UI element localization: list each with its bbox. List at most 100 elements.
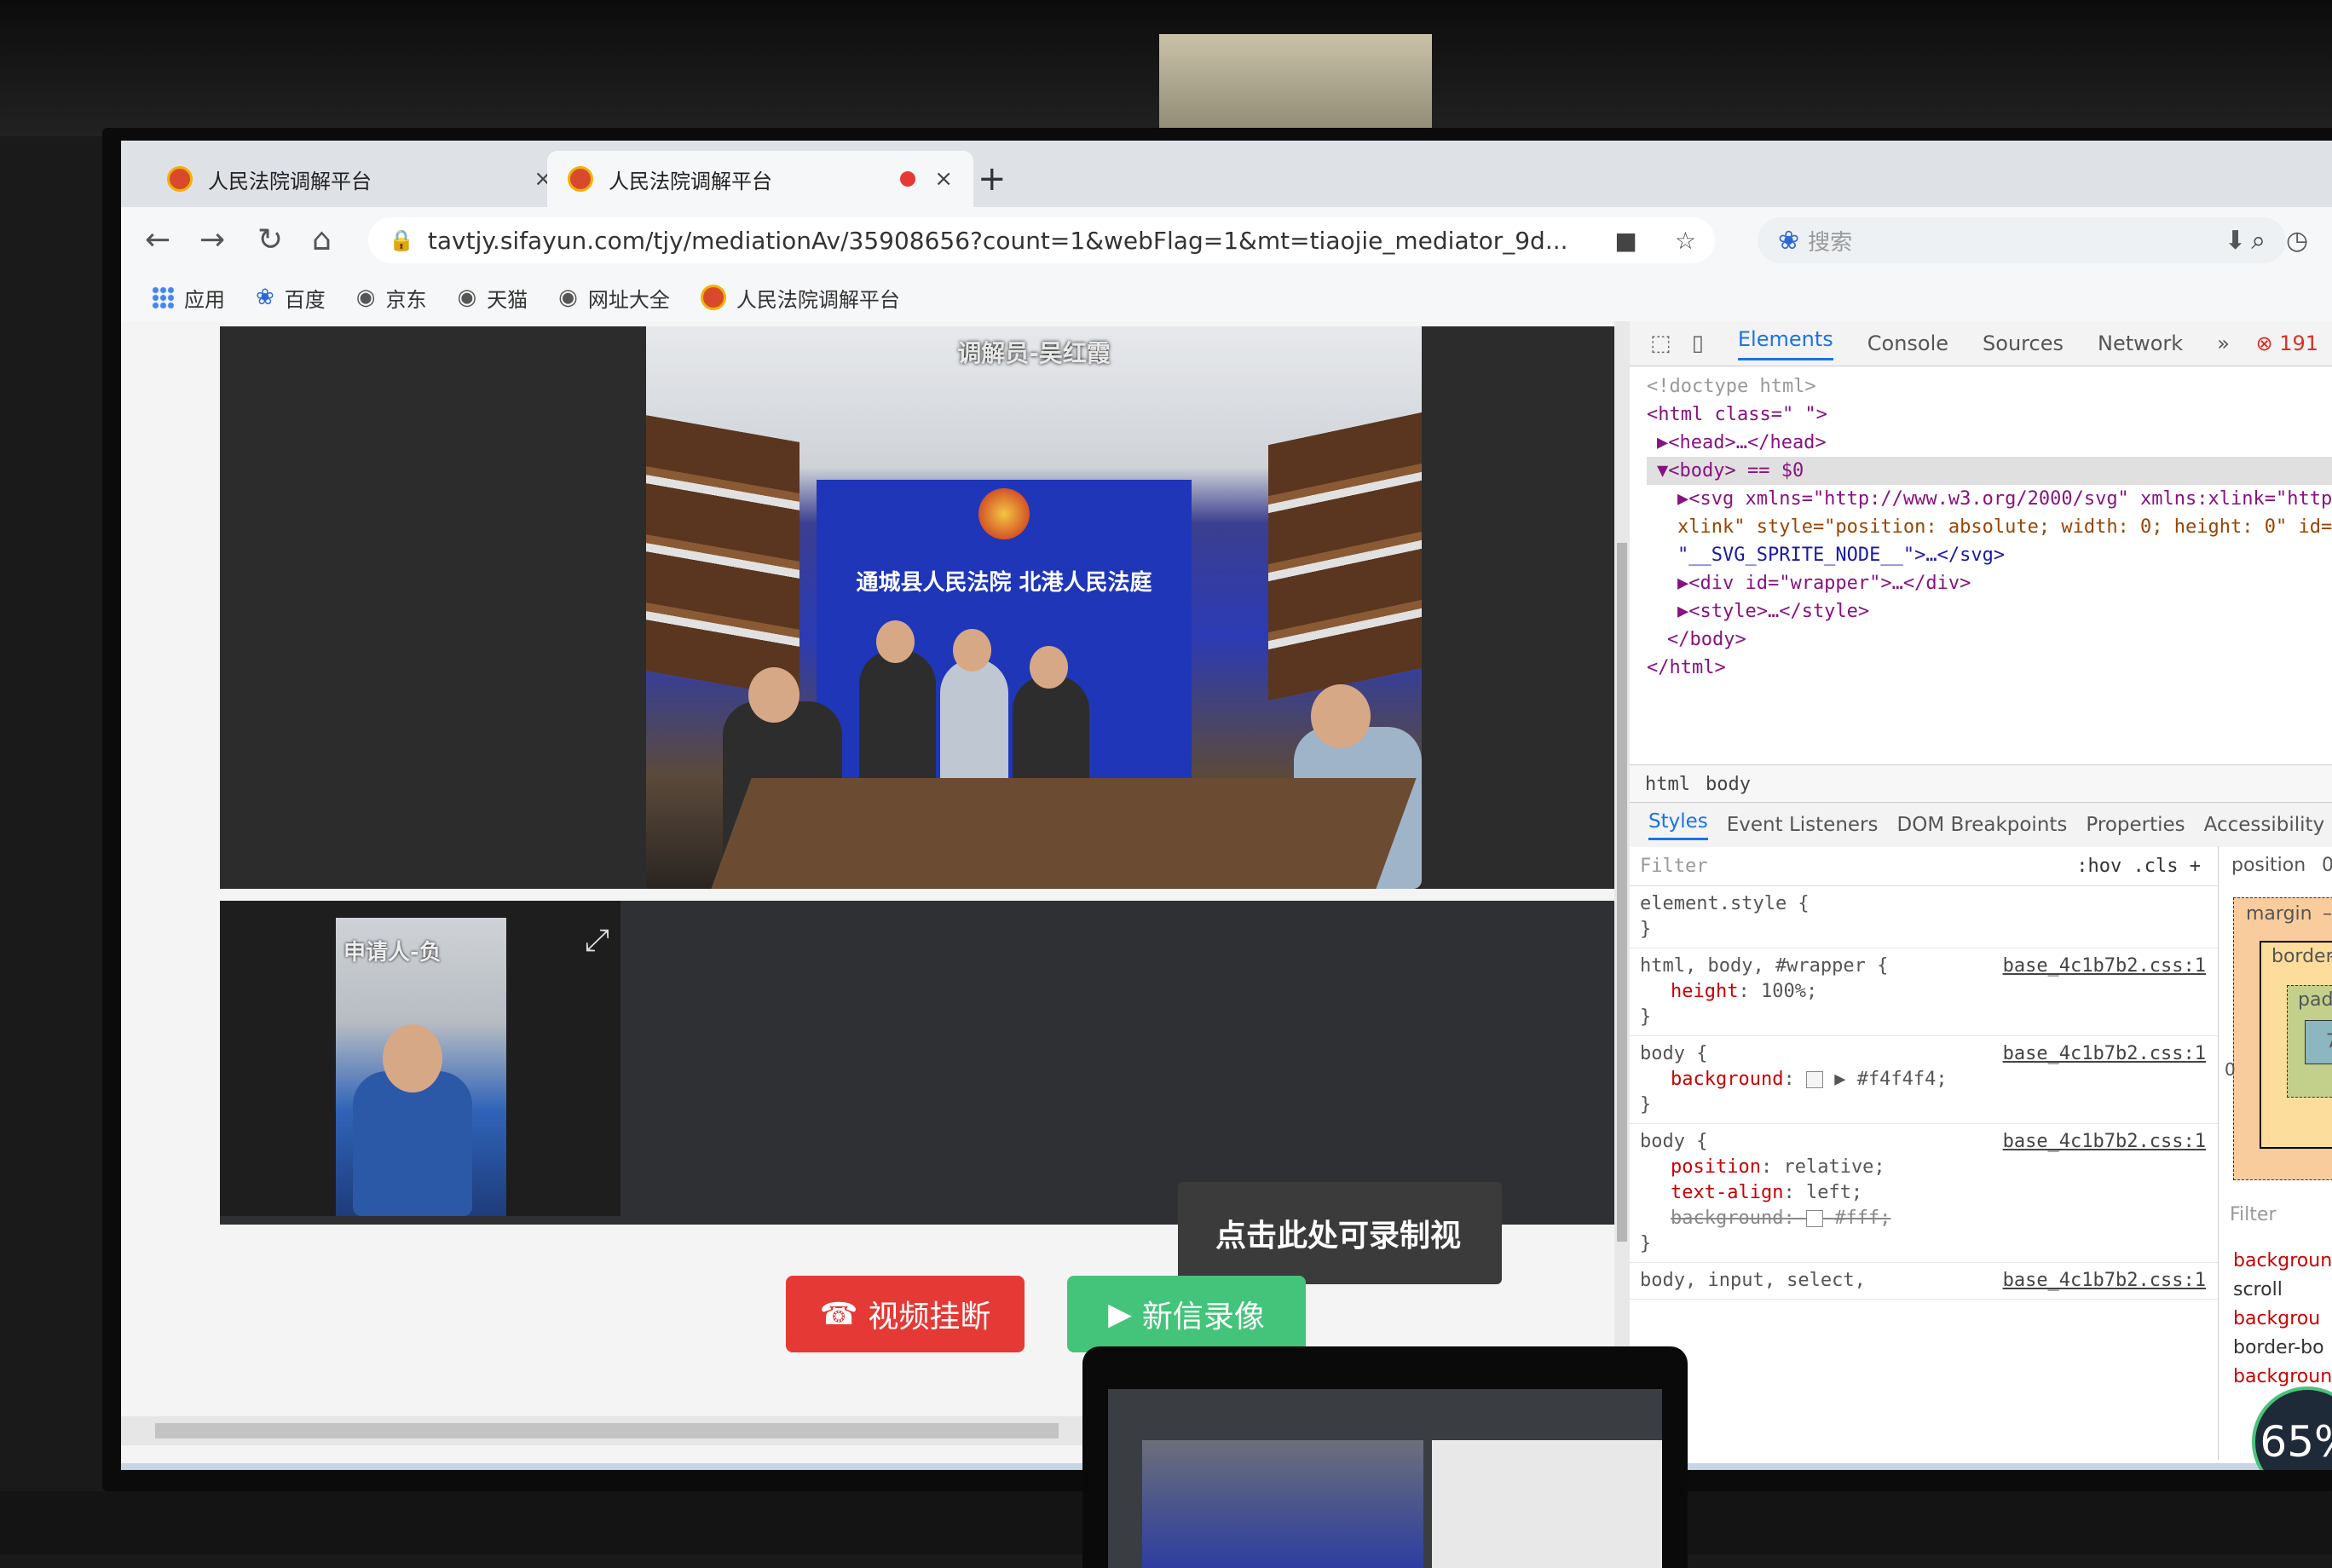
rule-source-link[interactable]: base_4c1b7b2.css:1: [2003, 1129, 2206, 1155]
address-bar[interactable]: 🔒 tavtjy.sifayun.com/tjy/mediationAv/359…: [368, 217, 1715, 263]
box-border[interactable]: border – padding- 794 × 60: [2260, 941, 2332, 1149]
breadcrumb-body[interactable]: body: [1706, 774, 1751, 795]
bookmark-court-platform[interactable]: 人民法院调解平台: [700, 283, 900, 313]
record-tooltip: 点击此处可录制视: [1178, 1182, 1502, 1284]
computed-item[interactable]: border-bo: [2233, 1334, 2332, 1363]
back-arrow-icon[interactable]: ←: [145, 222, 170, 257]
dom-line[interactable]: ▶<svg xmlns="http://www.w3.org/2000/svg"…: [1647, 485, 2332, 513]
more-tabs-icon[interactable]: »: [2217, 331, 2230, 355]
css-property[interactable]: position: relative;: [1640, 1155, 2208, 1180]
home-icon[interactable]: ⌂: [312, 222, 332, 257]
dom-line[interactable]: "__SVG_SPRITE_NODE__">…</svg>: [1647, 541, 2332, 569]
reload-icon[interactable]: ↻: [257, 222, 283, 257]
record-button[interactable]: ▶ 新信录像: [1067, 1276, 1306, 1352]
search-icon[interactable]: ⌕: [2251, 226, 2266, 256]
css-property-overridden[interactable]: background: #fff;: [1640, 1206, 2208, 1231]
tab-event-listeners[interactable]: Event Listeners: [1727, 814, 1879, 836]
dom-line[interactable]: ▶<style>…</style>: [1647, 597, 2332, 625]
tab-console[interactable]: Console: [1867, 331, 1948, 355]
tab-dom-breakpoints[interactable]: DOM Breakpoints: [1897, 814, 2068, 836]
download-icon[interactable]: ⬇: [2225, 226, 2246, 256]
person-head: [1311, 684, 1371, 748]
dom-line-selected[interactable]: ▼<body> == $0: [1647, 457, 2332, 485]
rule-selector: element.style {: [1640, 893, 1810, 914]
dom-line[interactable]: <!doctype html>: [1647, 372, 2332, 401]
rule-source-link[interactable]: base_4c1b7b2.css:1: [2003, 1268, 2206, 1294]
inspect-element-icon[interactable]: ⬚: [1650, 331, 1671, 356]
dom-line[interactable]: <html class=" ">: [1647, 401, 2332, 429]
tab-accessibility[interactable]: Accessibility: [2204, 814, 2325, 836]
color-swatch-icon[interactable]: [1805, 1210, 1823, 1227]
hangup-button[interactable]: ☎ 视频挂断: [786, 1276, 1025, 1352]
tab-2[interactable]: 人民法院调解平台 ×: [547, 151, 973, 207]
star-icon[interactable]: ☆: [1675, 227, 1696, 255]
history-icon[interactable]: ◷: [2286, 226, 2308, 256]
new-tab-button[interactable]: +: [978, 159, 1007, 199]
dom-line[interactable]: </body>: [1647, 625, 2332, 654]
tab-bar: 人民法院调解平台 × 人民法院调解平台 × +: [121, 141, 2332, 207]
tab-properties[interactable]: Properties: [2086, 814, 2185, 836]
baidu-paw-icon[interactable]: ❀: [1778, 226, 1799, 256]
device-toolbar-icon[interactable]: ▯: [1692, 331, 1704, 356]
search-box[interactable]: ❀ 搜索 ⌕: [1758, 217, 2286, 263]
computed-item[interactable]: backgrou: [2233, 1305, 2332, 1334]
bookmark-tmall[interactable]: ◉ 天猫: [457, 283, 528, 313]
css-property[interactable]: height: 100%;: [1640, 979, 2208, 1005]
vertical-scroll-thumb[interactable]: [1617, 543, 1627, 1242]
camera-icon[interactable]: ■: [1614, 227, 1636, 255]
computed-item[interactable]: background-atta: [2233, 1247, 2332, 1276]
mediator-video-feed: 通城县人民法院 北港人民法庭 调解员-吴红霞: [646, 326, 1422, 889]
property-name: height: [1671, 981, 1739, 1002]
box-padding[interactable]: padding- 794 × 60: [2287, 985, 2332, 1098]
bookmark-hao123[interactable]: ◉ 网址大全: [558, 283, 670, 313]
property-value: left;: [1805, 1182, 1863, 1203]
dom-line[interactable]: ▶<div id="wrapper">…</div>: [1647, 569, 2332, 597]
bookmark-label: 百度: [284, 287, 326, 312]
tab-styles[interactable]: Styles: [1648, 810, 1708, 840]
bookmark-baidu[interactable]: ❀ 百度: [256, 283, 326, 313]
rule-source-link[interactable]: base_4c1b7b2.css:1: [2003, 954, 2206, 979]
laptop-video-thumbnail: [1142, 1440, 1423, 1568]
vertical-scrollbar[interactable]: [1614, 321, 1630, 1446]
forward-arrow-icon[interactable]: →: [199, 222, 225, 257]
box-model-pane: position 0 margin – border – padding- 79…: [2225, 846, 2332, 1460]
bookmark-apps[interactable]: 应用: [152, 283, 225, 313]
tab-sources[interactable]: Sources: [1983, 331, 2064, 355]
breadcrumb-html[interactable]: html: [1645, 774, 1690, 795]
dom-line[interactable]: xlink" style="position: absolute; width:…: [1647, 513, 2332, 541]
screen: 人民法院调解平台 × 人民法院调解平台 × + ← → ↻ ⌂ 🔒 tavtjy…: [121, 141, 2332, 1470]
fullscreen-expand-icon[interactable]: ⤢: [585, 923, 609, 959]
rule-close: }: [1640, 1006, 1652, 1028]
filter-controls[interactable]: :hov .cls +: [2076, 856, 2201, 877]
css-property[interactable]: text-align: left;: [1640, 1180, 2208, 1206]
styles-filter[interactable]: Filter :hov .cls +: [1630, 846, 2218, 886]
foreground-laptop: [1082, 1346, 1688, 1568]
court-sign: 通城县人民法院 北港人民法庭: [856, 570, 1152, 596]
main-video-label: 调解员-吴红霞: [957, 339, 1111, 367]
tab-elements[interactable]: Elements: [1737, 327, 1833, 360]
dom-line[interactable]: ▶<head>…</head>: [1647, 429, 2332, 457]
rule-source-link[interactable]: base_4c1b7b2.css:1: [2003, 1041, 2206, 1067]
css-property[interactable]: background: ▶ #f4f4f4;: [1640, 1067, 2208, 1092]
computed-filter[interactable]: Filter: [2230, 1204, 2276, 1225]
position-value: 0: [2322, 855, 2332, 876]
color-swatch-icon[interactable]: [1805, 1071, 1823, 1088]
url-text[interactable]: tavtjy.sifayun.com/tjy/mediationAv/35908…: [428, 227, 1596, 255]
breadcrumb: html body: [1630, 764, 2332, 803]
dom-line[interactable]: </html>: [1647, 654, 2332, 682]
tab-1[interactable]: 人民法院调解平台 ×: [147, 151, 573, 207]
computed-item[interactable]: scroll: [2233, 1276, 2332, 1305]
bookmark-jd[interactable]: ◉ 京东: [356, 283, 427, 313]
property-name: position: [1671, 1156, 1761, 1178]
horizontal-scroll-thumb[interactable]: [155, 1423, 1059, 1438]
page-content: 通城县人民法院 北港人民法庭 调解员-吴红霞 申请人-负 ⤢ 点击此处可录制视 …: [121, 321, 1630, 1463]
box-content-size[interactable]: 794 × 60: [2305, 1020, 2332, 1064]
sub-video-label: 申请人-负: [343, 940, 442, 966]
styles-pane: Filter :hov .cls + element.style { } bas…: [1630, 846, 2219, 1460]
box-margin[interactable]: margin – border – padding- 794 × 60: [2233, 897, 2332, 1180]
tab-network[interactable]: Network: [2098, 331, 2183, 355]
error-count-badge[interactable]: ⊗ 191: [2255, 331, 2318, 355]
search-placeholder: 搜索: [1808, 229, 1853, 256]
css-rule: base_4c1b7b2.css:1 body { position: rela…: [1630, 1124, 2218, 1263]
close-icon[interactable]: ×: [934, 166, 953, 192]
